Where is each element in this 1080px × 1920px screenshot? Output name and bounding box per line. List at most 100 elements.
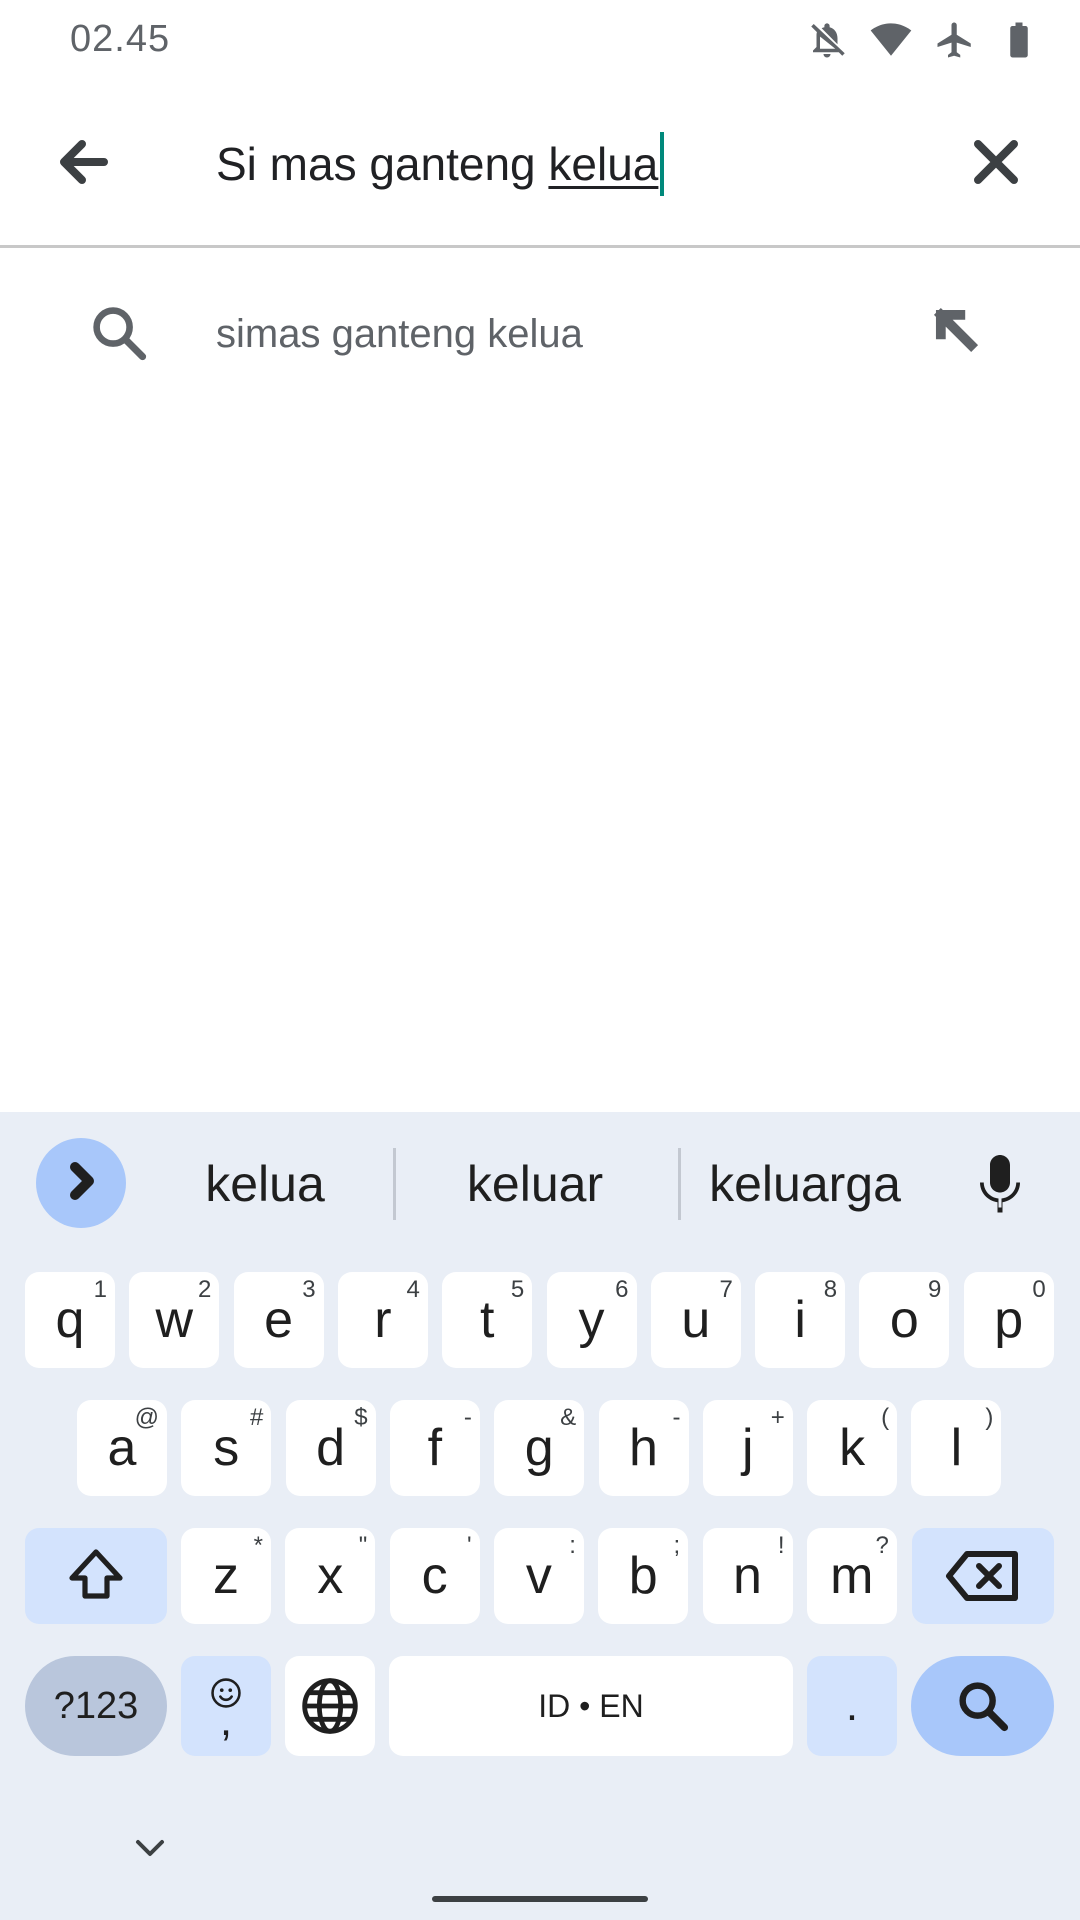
search-bar: Si mas ganteng kelua: [0, 80, 1080, 248]
close-icon: [968, 134, 1024, 195]
word-suggestion[interactable]: keluarga: [690, 1152, 920, 1216]
key-d[interactable]: d $: [285, 1400, 376, 1496]
back-button[interactable]: [50, 130, 118, 198]
key-label: o: [889, 1291, 919, 1349]
key-hint: 6: [615, 1276, 629, 1303]
key-hint: $: [354, 1404, 368, 1431]
key-hint: ": [358, 1532, 368, 1559]
key-label: q: [55, 1291, 85, 1349]
search-icon: [953, 1676, 1013, 1736]
key-hint: @: [134, 1404, 159, 1431]
key-f[interactable]: f-: [389, 1400, 480, 1496]
key-l[interactable]: l): [911, 1400, 1002, 1496]
key-label: t: [479, 1291, 495, 1349]
search-action-key[interactable]: [911, 1656, 1054, 1756]
space-key[interactable]: ID • EN: [389, 1656, 793, 1756]
key-hint: 7: [719, 1276, 733, 1303]
key-label: h: [629, 1419, 658, 1477]
key-i[interactable]: i8: [755, 1272, 846, 1368]
key-w[interactable]: w2: [129, 1272, 220, 1368]
globe-icon: [298, 1674, 362, 1738]
suggestion-item[interactable]: simas ganteng kelua: [0, 260, 1080, 410]
text-cursor: [660, 132, 665, 196]
key-z[interactable]: z *: [181, 1528, 271, 1624]
shift-key[interactable]: [25, 1528, 167, 1624]
key-label: l: [950, 1419, 963, 1477]
status-time: 02.45: [70, 18, 171, 60]
period-key[interactable]: .: [807, 1656, 897, 1756]
keyboard-expand-button[interactable]: [36, 1138, 126, 1228]
key-hint: 9: [928, 1276, 942, 1303]
key-n[interactable]: n!: [702, 1528, 793, 1624]
word-suggestion[interactable]: keluar: [420, 1152, 650, 1216]
symbols-key[interactable]: ?123: [25, 1656, 167, 1756]
suggestion-text: simas ganteng kelua: [216, 312, 583, 356]
airplane-mode-icon: [934, 19, 976, 61]
arrow-up-left-icon[interactable]: [930, 304, 990, 364]
notifications-off-icon: [806, 19, 848, 61]
key-hint: 5: [510, 1276, 525, 1303]
key-hint: :: [569, 1532, 576, 1559]
key-hint: +: [770, 1404, 785, 1431]
key-s[interactable]: s #: [181, 1400, 272, 1496]
chevron-down-icon: [130, 1840, 170, 1866]
clear-button[interactable]: [962, 130, 1030, 198]
key-h[interactable]: h-: [598, 1400, 689, 1496]
key-b[interactable]: b;: [598, 1528, 689, 1624]
microphone-icon[interactable]: [970, 1152, 1030, 1218]
key-a[interactable]: a @: [77, 1400, 167, 1496]
key-y[interactable]: y6: [546, 1272, 637, 1368]
key-label: z: [213, 1547, 239, 1605]
search-query-text: Si mas ganteng: [216, 138, 549, 190]
key-label: p: [994, 1291, 1024, 1349]
key-hint: 2: [197, 1276, 212, 1303]
home-indicator[interactable]: [432, 1896, 648, 1902]
suggestion-divider: [393, 1148, 396, 1220]
backspace-icon: [943, 1546, 1023, 1606]
key-label: u: [681, 1291, 711, 1349]
key-label: r: [374, 1291, 392, 1349]
key-q[interactable]: q1: [25, 1272, 115, 1368]
key-label: c: [421, 1547, 448, 1605]
key-hint: ): [985, 1404, 994, 1431]
key-u[interactable]: u7: [650, 1272, 741, 1368]
key-label: v: [525, 1547, 552, 1605]
keyboard-suggestion-strip: kelua keluar keluarga: [0, 1112, 1080, 1252]
search-input[interactable]: Si mas ganteng kelua: [216, 132, 665, 196]
key-g[interactable]: g &: [494, 1400, 585, 1496]
key-hint: ;: [673, 1532, 681, 1559]
key-label: a: [107, 1419, 137, 1477]
key-j[interactable]: j +: [702, 1400, 793, 1496]
key-hint: 3: [302, 1276, 316, 1303]
key-o[interactable]: o9: [859, 1272, 950, 1368]
key-r[interactable]: r4: [337, 1272, 428, 1368]
key-e[interactable]: e3: [233, 1272, 324, 1368]
key-label: x: [317, 1547, 344, 1605]
key-label: i: [794, 1291, 806, 1349]
key-k[interactable]: k(: [807, 1400, 898, 1496]
hide-keyboard-button[interactable]: [130, 1836, 174, 1866]
key-x[interactable]: x ": [285, 1528, 376, 1624]
key-m[interactable]: m?: [806, 1528, 897, 1624]
key-p[interactable]: p0: [963, 1272, 1054, 1368]
key-hint: 8: [823, 1276, 838, 1303]
key-label: f: [427, 1419, 443, 1477]
status-bar: 02.45: [0, 0, 1080, 80]
key-label: e: [264, 1291, 294, 1349]
shift-icon: [64, 1544, 128, 1608]
keyboard: kelua keluar keluarga q1w2e3r4t5y6u7i8o9…: [0, 1112, 1080, 1920]
key-hint: 4: [406, 1276, 420, 1303]
word-suggestion[interactable]: kelua: [160, 1152, 370, 1216]
key-label: m: [830, 1547, 874, 1605]
key-t[interactable]: t5: [442, 1272, 533, 1368]
key-v[interactable]: v:: [493, 1528, 584, 1624]
backspace-key[interactable]: [912, 1528, 1054, 1624]
language-key[interactable]: [285, 1656, 375, 1756]
key-hint: -: [463, 1404, 472, 1431]
suggestion-divider: [678, 1148, 681, 1220]
key-c[interactable]: c ': [389, 1528, 480, 1624]
emoji-comma-key[interactable]: ,: [181, 1656, 271, 1756]
key-hint: ?: [875, 1532, 889, 1559]
key-label: g: [524, 1419, 554, 1477]
key-label: b: [628, 1547, 658, 1605]
